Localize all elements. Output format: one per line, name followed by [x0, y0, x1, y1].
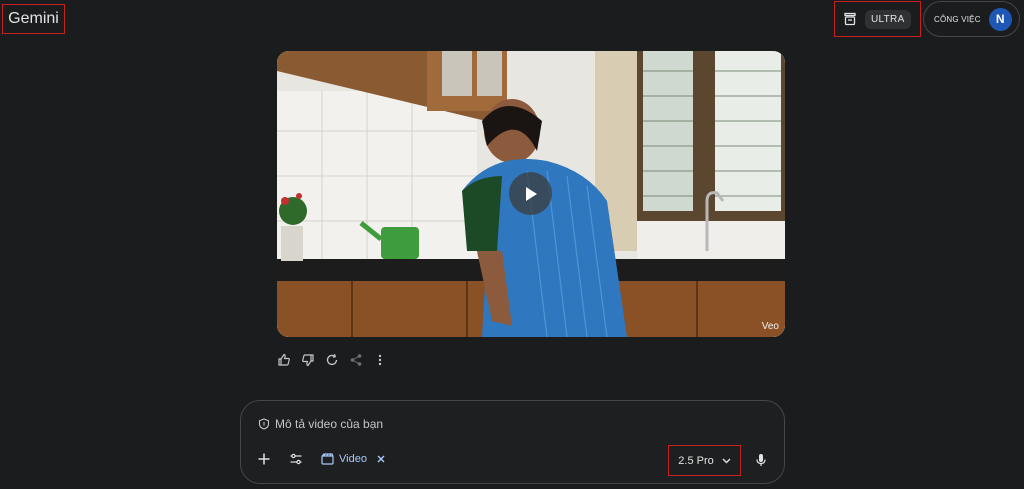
- shield-icon: [258, 418, 270, 430]
- chevron-down-icon: [722, 458, 731, 463]
- account-switcher[interactable]: CÔNG VIỆC N: [923, 1, 1020, 37]
- archive-icon[interactable]: [843, 12, 857, 26]
- prompt-placeholder-text: Mô tả video của bạn: [275, 417, 384, 431]
- video-chip-label: Video: [339, 453, 367, 465]
- avatar[interactable]: N: [988, 7, 1012, 31]
- video-player[interactable]: Veo: [277, 51, 785, 337]
- account-label: CÔNG VIỆC: [934, 14, 981, 24]
- video-tool-chip[interactable]: Video: [321, 453, 386, 465]
- thumb-up-icon[interactable]: [277, 353, 291, 367]
- composer-tools: Video: [257, 452, 386, 466]
- model-selector[interactable]: 2.5 Pro: [668, 445, 741, 476]
- play-button[interactable]: [509, 172, 552, 215]
- model-label: 2.5 Pro: [678, 454, 714, 467]
- play-icon: [525, 186, 537, 201]
- add-icon[interactable]: [257, 452, 271, 466]
- response-actions: [277, 352, 387, 368]
- veo-watermark: Veo: [761, 321, 779, 332]
- app-title[interactable]: Gemini: [2, 4, 65, 34]
- share-icon[interactable]: [349, 353, 363, 367]
- prompt-composer[interactable]: Mô tả video của bạn Video 2.5 Pro: [240, 400, 785, 484]
- refresh-icon[interactable]: [325, 353, 339, 367]
- microphone-icon[interactable]: [755, 453, 767, 467]
- clapperboard-icon: [321, 453, 334, 465]
- close-icon[interactable]: [376, 454, 386, 464]
- thumb-down-icon[interactable]: [301, 353, 315, 367]
- plan-badge: ULTRA: [865, 9, 911, 29]
- top-right-controls: ULTRA: [834, 1, 921, 37]
- more-vert-icon[interactable]: [373, 353, 387, 367]
- prompt-input[interactable]: Mô tả video của bạn: [258, 417, 383, 431]
- tools-icon[interactable]: [289, 452, 303, 466]
